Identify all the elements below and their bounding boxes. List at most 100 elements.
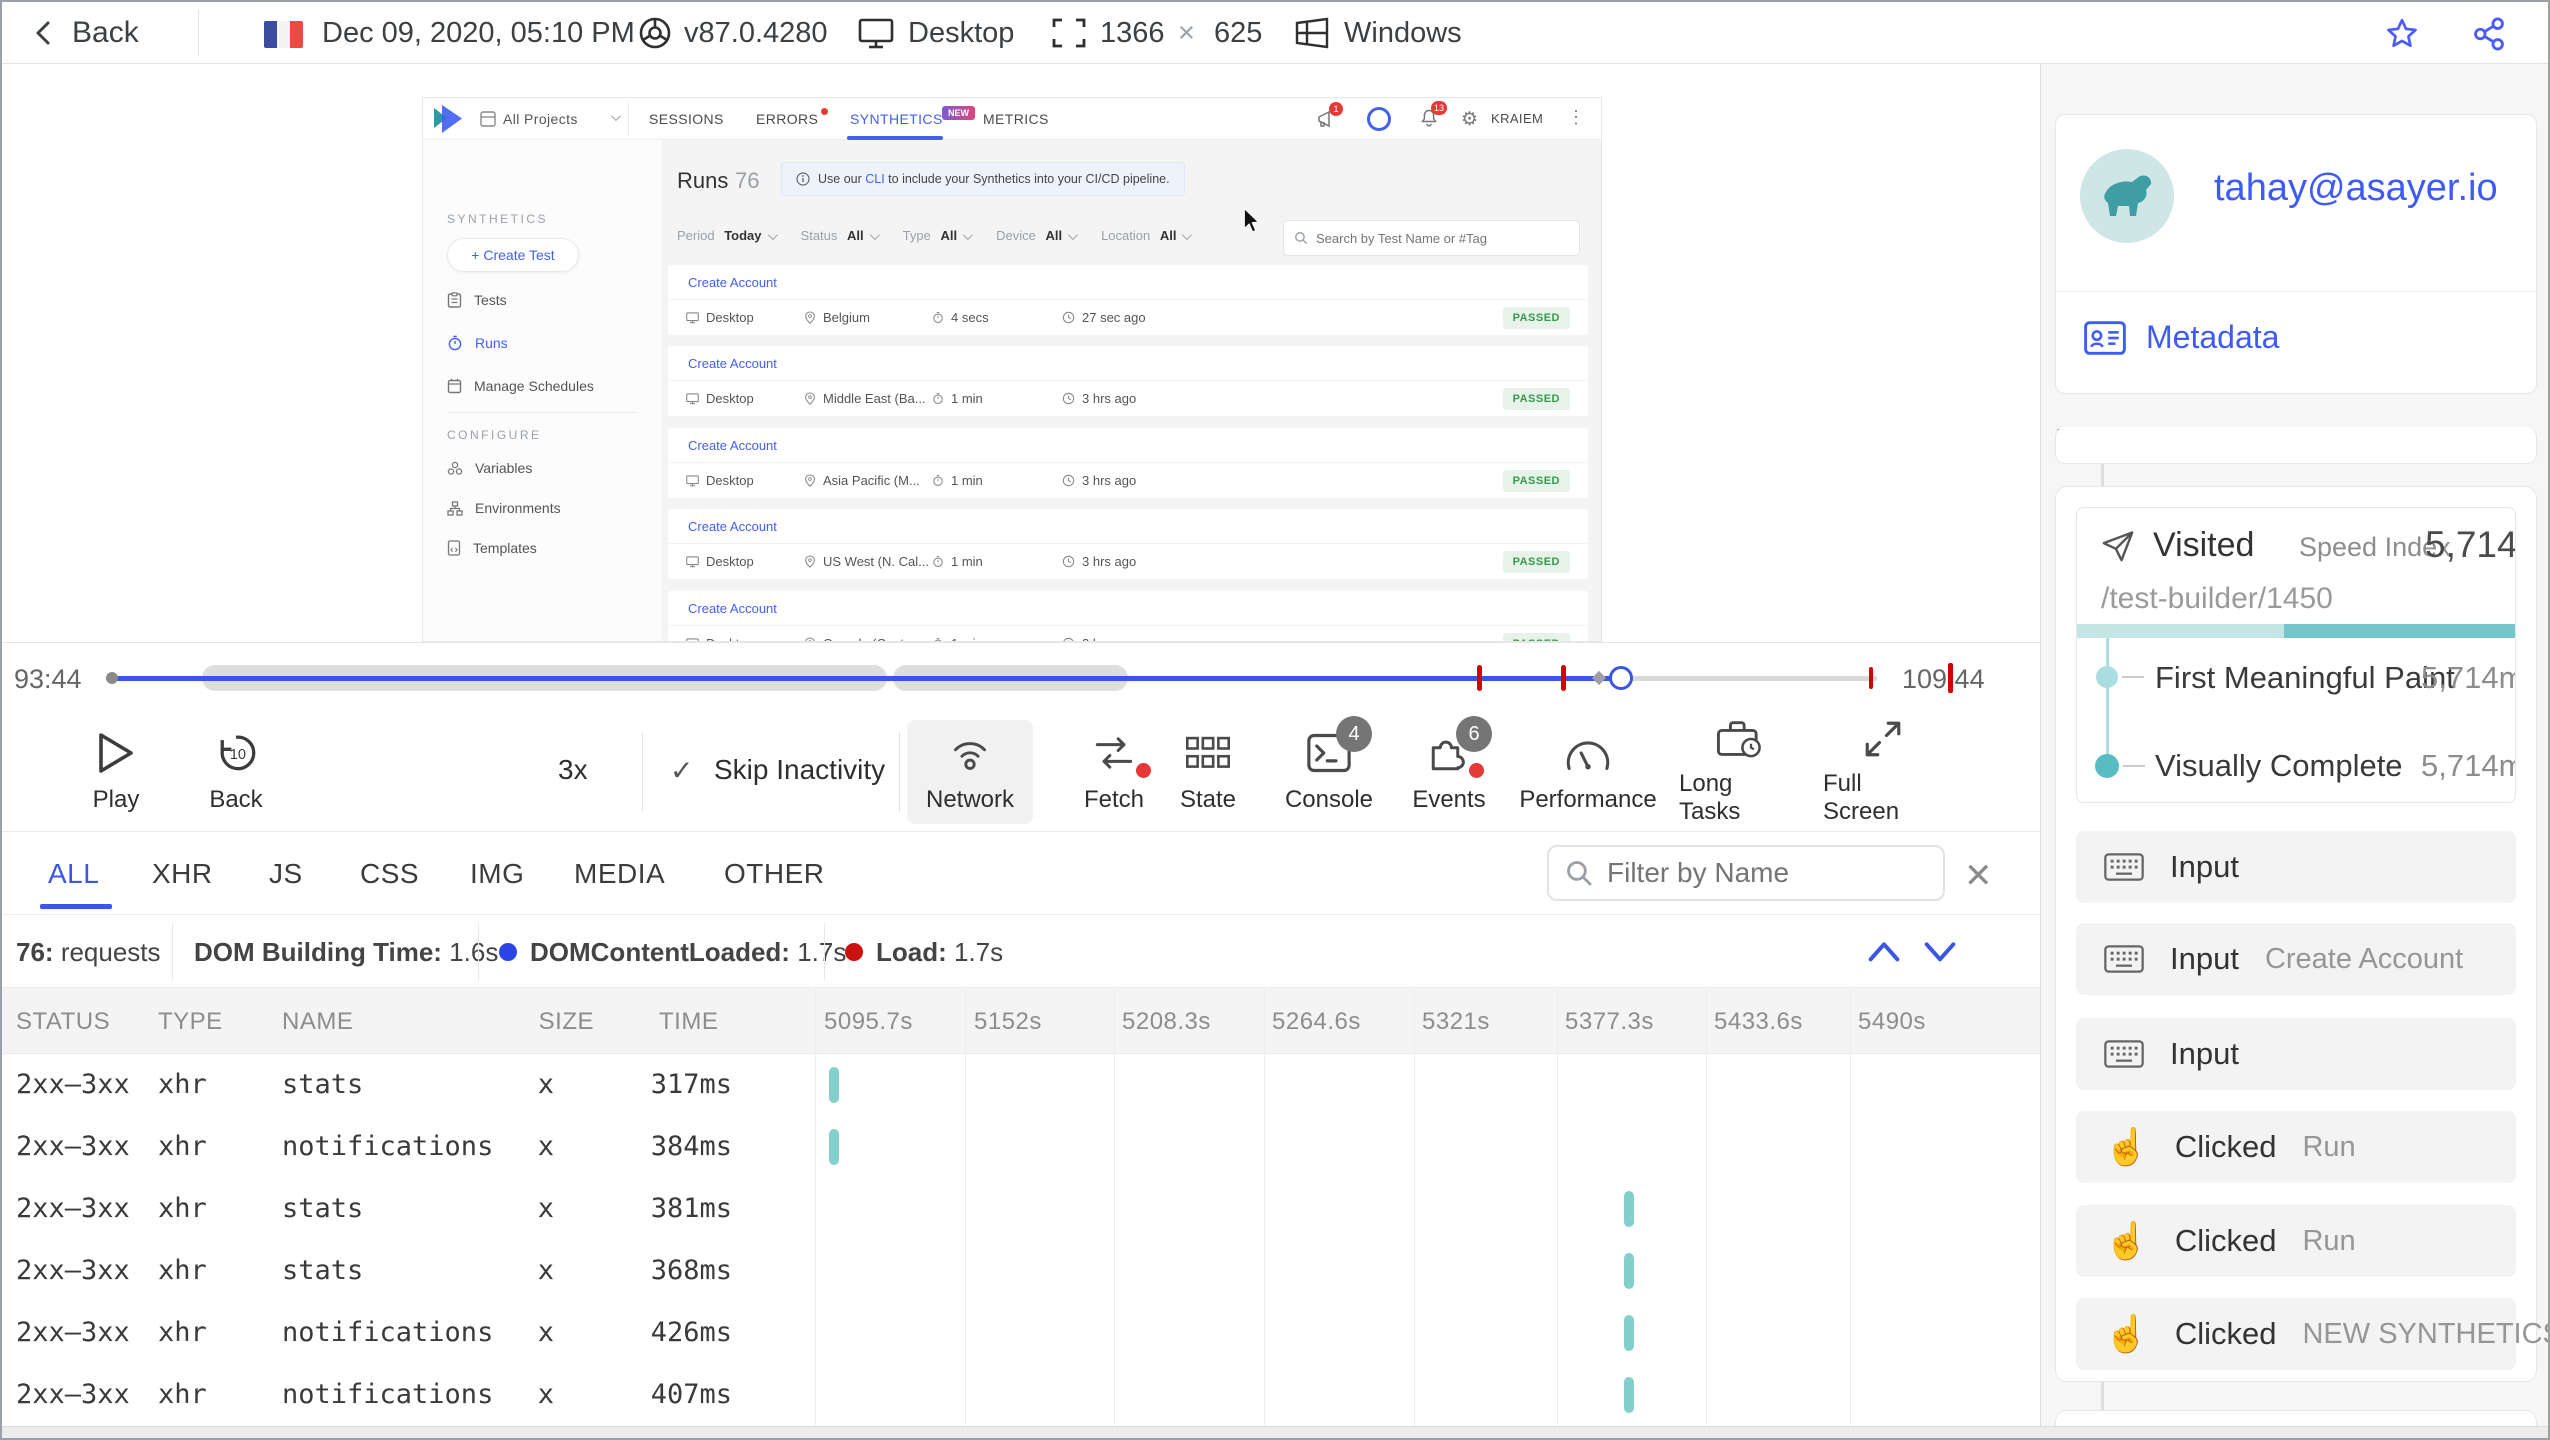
performance-panel-button[interactable]: Performance: [1519, 720, 1657, 824]
filter-type[interactable]: Type All: [903, 228, 973, 243]
run-test-name[interactable]: Create Account: [668, 509, 1588, 543]
tab-errors[interactable]: ERRORS: [756, 111, 818, 127]
run-group[interactable]: Create Account Desktop Canada (Centra...…: [668, 591, 1588, 641]
sidebar-item-variables[interactable]: Variables: [447, 460, 532, 476]
skip-inactivity-toggle[interactable]: Skip Inactivity: [714, 754, 885, 786]
back-button[interactable]: Back: [72, 16, 139, 50]
tab-js[interactable]: JS: [269, 858, 303, 890]
event-item-clicked[interactable]: ☝ Clicked NEW SYNTHETICS: [2076, 1298, 2548, 1370]
kebab-menu-icon[interactable]: ⋮: [1567, 107, 1585, 128]
network-request-row[interactable]: 2xx–3xx xhr notifications x 407ms: [2, 1364, 2040, 1426]
cubes-icon: [447, 461, 463, 475]
tab-synthetics[interactable]: SYNTHETICS: [850, 111, 943, 127]
col-t6: 5433.6s: [1714, 1008, 1803, 1035]
requests-stat: 76: requests: [16, 937, 161, 967]
event-marker-red: [1561, 665, 1566, 691]
run-group[interactable]: Create Account Desktop Middle East (Ba..…: [668, 346, 1588, 416]
network-request-row[interactable]: 2xx–3xx xhr stats x 381ms: [2, 1178, 2040, 1240]
keyboard-icon: [2104, 853, 2144, 881]
replay-stage: All Projects SESSIONS ERRORS SYNTHETICS …: [2, 64, 2040, 642]
user-email-link[interactable]: tahay@asayer.io: [2214, 167, 2498, 210]
tab-xhr[interactable]: XHR: [152, 858, 213, 890]
back-chevron-icon[interactable]: [30, 19, 58, 47]
playhead[interactable]: [1609, 666, 1633, 690]
create-test-button[interactable]: + Create Test: [447, 238, 579, 272]
timeline-track[interactable]: [106, 665, 1877, 691]
event-item-input[interactable]: Input Create Account: [2076, 923, 2516, 995]
network-request-row[interactable]: 2xx–3xx xhr stats x 317ms: [2, 1054, 2040, 1116]
filter-period[interactable]: Period Today: [677, 228, 778, 243]
event-item-input[interactable]: Input: [2076, 831, 2516, 903]
filter-device[interactable]: Device All: [996, 228, 1078, 243]
tab-other[interactable]: OTHER: [724, 858, 825, 890]
share-icon[interactable]: [2470, 15, 2508, 53]
jump-down-icon[interactable]: [1920, 935, 1960, 967]
run-device: Desktop: [686, 554, 804, 569]
search-icon: [1295, 232, 1308, 245]
sidebar-divider: [447, 412, 637, 413]
tab-css[interactable]: CSS: [360, 858, 419, 890]
tab-media[interactable]: MEDIA: [574, 858, 665, 890]
col-size: SIZE: [538, 1008, 594, 1035]
event-item-input[interactable]: Input: [2076, 1018, 2516, 1090]
run-group[interactable]: Create Account Desktop US West (N. Cal..…: [668, 509, 1588, 579]
user-menu[interactable]: KRAIEM: [1491, 111, 1543, 126]
sidebar-item-manage-schedules[interactable]: Manage Schedules: [447, 378, 594, 394]
sidebar-item-tests[interactable]: Tests: [447, 292, 507, 308]
event-item-clicked[interactable]: ☝ Clicked Run: [2076, 1111, 2516, 1183]
vc-dot: [2095, 754, 2119, 778]
run-test-name[interactable]: Create Account: [668, 428, 1588, 462]
dcl-dot: [499, 943, 517, 961]
events-panel-button[interactable]: 6 Events: [1389, 716, 1509, 824]
replayed-app-navbar: All Projects SESSIONS ERRORS SYNTHETICS …: [423, 98, 1601, 140]
runs-filters: Period Today Status All Type All Device …: [677, 228, 1193, 243]
state-panel-button[interactable]: State: [1148, 720, 1268, 824]
gear-icon[interactable]: ⚙: [1461, 108, 1478, 131]
filter-location[interactable]: Location All: [1101, 228, 1193, 243]
visited-url: /test-builder/1450: [2101, 582, 2333, 615]
network-request-row[interactable]: 2xx–3xx xhr notifications x 384ms: [2, 1116, 2040, 1178]
event-item-clicked[interactable]: ☝ Clicked Run: [2076, 1205, 2516, 1277]
close-panel-icon[interactable]: ✕: [1964, 856, 1993, 896]
run-test-name[interactable]: Create Account: [668, 346, 1588, 380]
sidebar-item-runs[interactable]: Runs: [447, 335, 508, 351]
speed-button[interactable]: 3x: [558, 754, 588, 786]
long-tasks-panel-button[interactable]: Long Tasks: [1679, 720, 1799, 825]
filter-by-name-input[interactable]: [1607, 857, 1927, 889]
run-group[interactable]: Create Account Desktop Belgium 4 secs 27…: [668, 265, 1588, 335]
tab-all[interactable]: ALL: [48, 858, 99, 890]
sidebar-item-environments[interactable]: Environments: [447, 500, 561, 516]
network-request-row[interactable]: 2xx–3xx xhr stats x 368ms: [2, 1240, 2040, 1302]
favorite-star-icon[interactable]: [2384, 16, 2420, 52]
run-test-name[interactable]: Create Account: [668, 591, 1588, 625]
run-test-name[interactable]: Create Account: [668, 265, 1588, 299]
cli-link[interactable]: CLI: [865, 172, 884, 186]
id-card-icon: [2084, 320, 2126, 355]
run-ago: 3 hrs ago: [1062, 554, 1136, 569]
col-t2: 5208.3s: [1122, 1008, 1211, 1035]
animal-avatar-icon: [2104, 175, 2152, 216]
test-search-input[interactable]: [1316, 230, 1566, 246]
sidebar-item-templates[interactable]: Templates: [447, 540, 537, 556]
console-panel-button[interactable]: 4 Console: [1269, 716, 1389, 824]
filter-status[interactable]: Status All: [801, 228, 880, 243]
visited-event-card[interactable]: Visited Speed Index 5,714 /test-builder/…: [2076, 507, 2516, 803]
metadata-button[interactable]: Metadata: [2084, 319, 2279, 356]
tab-img[interactable]: IMG: [470, 858, 524, 890]
full-screen-button[interactable]: Full Screen: [1823, 720, 1943, 825]
stopwatch-icon: [933, 556, 943, 567]
waterfall-bar: [1624, 1315, 1634, 1351]
play-button[interactable]: Play: [56, 720, 176, 824]
search-icon: [1567, 861, 1592, 886]
tab-sessions[interactable]: SESSIONS: [649, 111, 724, 127]
tab-metrics[interactable]: METRICS: [983, 111, 1049, 127]
event-marker-red: [1948, 663, 1953, 693]
jump-up-icon[interactable]: [1864, 935, 1904, 967]
back-10s-button[interactable]: 10 Back: [176, 720, 296, 824]
network-panel-button[interactable]: Network: [907, 720, 1033, 824]
vc-value: 5,714ms: [2421, 748, 2515, 783]
run-group[interactable]: Create Account Desktop Asia Pacific (M..…: [668, 428, 1588, 498]
project-selector[interactable]: All Projects: [503, 111, 578, 127]
horizontal-scrollbar[interactable]: [2, 1426, 2548, 1438]
network-request-row[interactable]: 2xx–3xx xhr notifications x 426ms: [2, 1302, 2040, 1364]
